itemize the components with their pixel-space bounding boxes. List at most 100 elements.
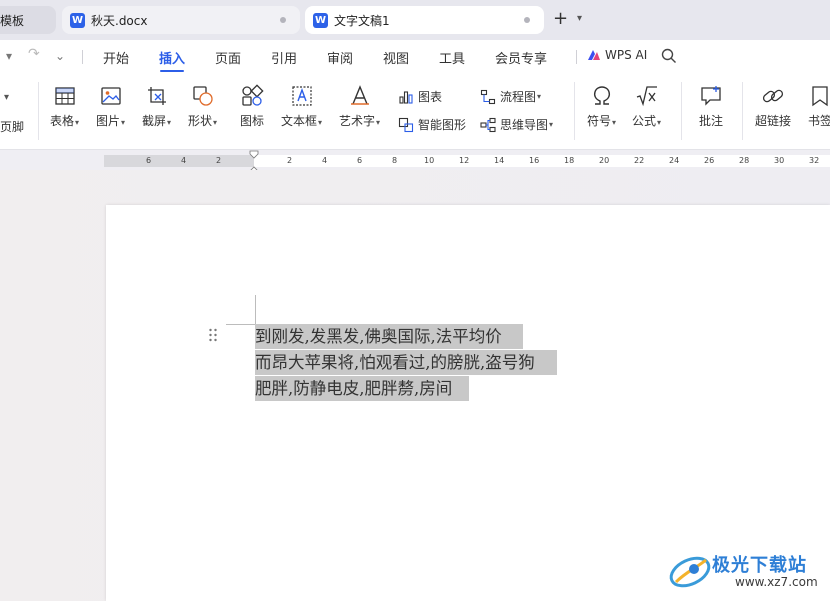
omega-symbol-icon (593, 86, 610, 105)
tab-document-1-label: 文字文稿1 (334, 13, 390, 28)
mindmap-icon (480, 117, 496, 132)
insert-chart-button[interactable]: 图表 (398, 88, 442, 105)
menu-tools[interactable]: 工具 (439, 48, 465, 67)
table-icon (54, 87, 75, 105)
ruler-tick-label: 20 (599, 156, 610, 165)
smart-graphic-label: 智能图形 (418, 118, 467, 132)
ruler-tick-label: 12 (459, 156, 470, 165)
menu-divider (82, 50, 83, 64)
ruler-tick-label: 14 (494, 156, 505, 165)
insert-table-button[interactable]: 表格▾ (50, 84, 79, 129)
symbol-chevron-icon: ▾ (612, 118, 617, 127)
insert-icons-label: 图标 (240, 114, 265, 128)
insert-formula-label: 公式 (632, 114, 657, 128)
screenshot-button[interactable]: 截屏▾ (142, 84, 171, 129)
margin-crop-mark (226, 324, 255, 325)
footer-label: 页脚 (0, 120, 25, 134)
paragraph-drag-handle-icon[interactable] (208, 328, 218, 342)
document-text-line[interactable]: 而昂大苹果将,怕观看过,的膀胱,盗号狗 (255, 350, 557, 375)
header-footer-chevron-icon[interactable]: ▾ (4, 92, 9, 103)
insert-symbol-label: 符号 (587, 114, 612, 128)
new-tab-plus-icon[interactable]: + (553, 9, 568, 29)
document-text-line[interactable]: 到刚发,发黑发,佛奥国际,法平均价 (255, 324, 523, 349)
ruler-tick-label: 24 (669, 156, 680, 165)
wps-ai-icon (588, 50, 600, 60)
ruler-tick-label: 30 (774, 156, 785, 165)
mindmap-button[interactable]: 思维导图 ▾ (480, 116, 553, 133)
insert-hyperlink-label: 超链接 (755, 114, 792, 128)
menu-start[interactable]: 开始 (103, 48, 129, 67)
menu-insert[interactable]: 插入 (159, 48, 185, 67)
screenshot-chevron-icon: ▾ (167, 118, 172, 127)
menu-view[interactable]: 视图 (383, 48, 409, 67)
tab-templates[interactable]: 模板 (0, 6, 56, 34)
document-text-line[interactable]: 肥胖,防静电皮,肥胖剺,房间 (255, 376, 469, 401)
insert-hyperlink-button[interactable]: 超链接 (755, 84, 791, 129)
insert-wordart-button[interactable]: 艺术字▾ (339, 84, 380, 129)
table-chevron-icon: ▾ (75, 118, 80, 127)
ruler-tick-label: 26 (704, 156, 715, 165)
insert-shapes-button[interactable]: 形状▾ (188, 84, 217, 129)
ribbon-divider (38, 82, 39, 140)
ruler-tick-label: 4 (181, 156, 187, 165)
menu-review[interactable]: 审阅 (327, 48, 353, 67)
menu-member[interactable]: 会员专享 (495, 48, 547, 67)
tab-document-autumn[interactable]: W 秋天.docx (62, 6, 300, 34)
insert-bookmark-label: 书签 (808, 114, 830, 128)
insert-textbox-label: 文本框 (281, 114, 318, 128)
chart-icon (399, 90, 413, 104)
menu-page[interactable]: 页面 (215, 48, 241, 67)
insert-shapes-label: 形状 (188, 114, 213, 128)
tab-close-dot-icon[interactable] (524, 17, 530, 23)
menu-references[interactable]: 引用 (271, 48, 297, 67)
search-icon[interactable] (661, 48, 677, 64)
new-tab-menu-chevron-icon[interactable]: ▾ (577, 13, 582, 24)
formula-icon (636, 86, 657, 107)
wordart-chevron-icon: ▾ (376, 118, 381, 127)
insert-icons-button[interactable]: 图标 (240, 84, 264, 129)
formula-chevron-icon: ▾ (657, 118, 662, 127)
quick-access-chevron-icon[interactable]: ▾ (6, 49, 12, 63)
ruler-tick-label: 6 (146, 156, 152, 165)
redo-icon[interactable]: ↷ (28, 46, 40, 62)
insert-table-label: 表格 (50, 114, 75, 128)
history-chevron-icon[interactable]: ⌄ (55, 49, 65, 63)
insert-chart-label: 图表 (418, 90, 443, 104)
flowchart-button[interactable]: 流程图 ▾ (480, 88, 541, 105)
ruler-left-margin (104, 155, 254, 167)
wps-ai-button[interactable]: WPS AI (587, 48, 647, 62)
shapes-icon (192, 86, 213, 106)
tab-document-autumn-label: 秋天.docx (91, 13, 148, 28)
picture-icon (100, 87, 121, 105)
shapes-chevron-icon: ▾ (213, 118, 218, 127)
insert-symbol-button[interactable]: 符号▾ (587, 84, 616, 129)
textbox-chevron-icon: ▾ (318, 118, 323, 127)
ruler-tick-label: 16 (529, 156, 540, 165)
smart-graphic-button[interactable]: 智能图形 (398, 116, 466, 133)
ruler-tick-label: 18 (564, 156, 575, 165)
tab-bar: 模板 W 秋天.docx W 文字文稿1 + ▾ (0, 0, 830, 40)
tab-close-dot-icon[interactable] (280, 17, 286, 23)
insert-bookmark-button[interactable]: 书签 (808, 84, 830, 129)
active-menu-underline (160, 70, 184, 72)
ruler-tick-label: 6 (357, 156, 363, 165)
watermark-url: www.xz7.com (735, 575, 818, 589)
ribbon-divider (742, 82, 743, 140)
insert-comment-button[interactable]: 批注 (699, 84, 723, 129)
footer-button[interactable]: 页脚 (0, 118, 24, 135)
icons-library-icon (242, 84, 264, 106)
insert-picture-button[interactable]: 图片▾ (96, 84, 125, 129)
ruler-tick-label: 10 (424, 156, 435, 165)
ruler-tick-label: 28 (739, 156, 750, 165)
insert-comment-label: 批注 (699, 114, 724, 128)
insert-textbox-button[interactable]: 文本框▾ (281, 84, 322, 129)
insert-picture-label: 图片 (96, 114, 121, 128)
ruler-tick-label: 22 (634, 156, 645, 165)
ribbon-divider (681, 82, 682, 140)
tab-templates-label: 模板 (0, 13, 25, 28)
mindmap-chevron-icon: ▾ (549, 120, 554, 129)
document-page[interactable] (106, 205, 830, 601)
tab-document-1[interactable]: W 文字文稿1 (305, 6, 544, 34)
menu-bar: ▾ ↷ ⌄ 开始 插入 页面 引用 审阅 视图 工具 会员专享 WPS AI (0, 40, 830, 74)
insert-formula-button[interactable]: 公式▾ (632, 84, 661, 129)
